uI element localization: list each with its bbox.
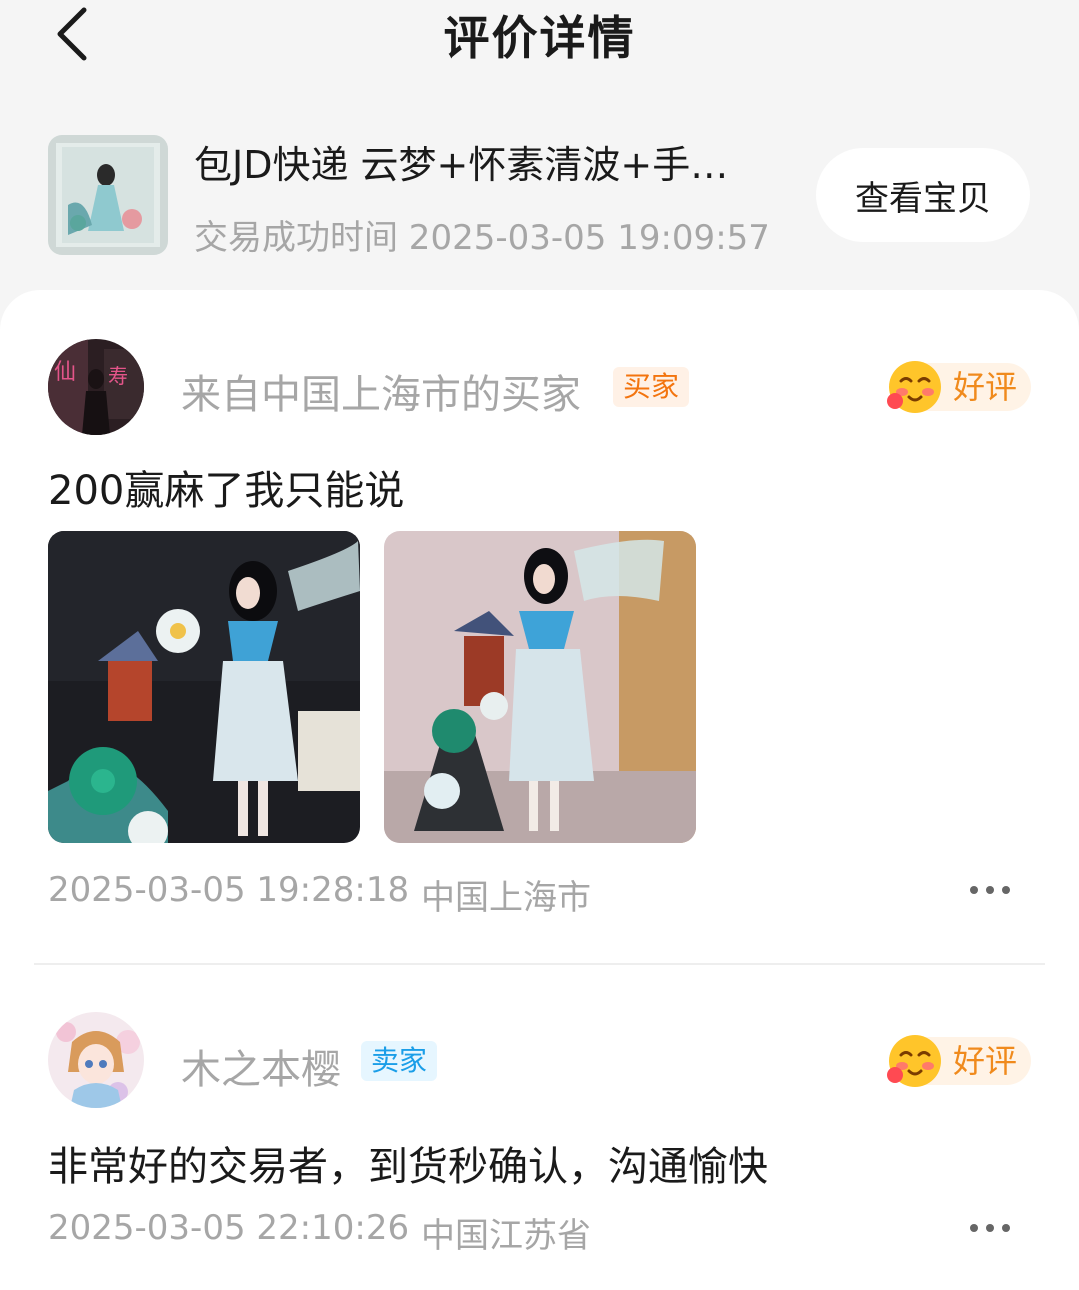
- review-time: 2025-03-05 22:10:26: [48, 1208, 410, 1248]
- transaction-time: 交易成功时间 2025-03-05 19:09:57: [194, 218, 770, 258]
- view-item-button[interactable]: 查看宝贝: [816, 148, 1030, 242]
- review-location: 中国上海市: [421, 878, 591, 918]
- rating-badge: 好评: [887, 361, 1031, 413]
- rating-badge: 好评: [887, 1035, 1031, 1087]
- page-title: 评价详情: [443, 11, 636, 65]
- review-comment: 200赢麻了我只能说: [48, 468, 405, 514]
- buyer-badge: 买家: [613, 367, 690, 407]
- avatar[interactable]: [48, 1012, 144, 1108]
- review-location: 中国江苏省: [421, 1216, 591, 1256]
- review-photo[interactable]: [48, 531, 360, 843]
- more-dots-icon: [970, 1224, 1010, 1232]
- review-time: 2025-03-05 19:28:18: [48, 870, 410, 910]
- svg-text:仙: 仙: [54, 360, 76, 385]
- smile-emoji-icon: [887, 1035, 941, 1087]
- rating-label: 好评: [953, 1042, 1018, 1080]
- more-options-button[interactable]: [968, 880, 1012, 900]
- review-comment: 非常好的交易者，到货秒确认，沟通愉快: [48, 1144, 768, 1190]
- reviewer-name[interactable]: 木之本樱: [181, 1037, 341, 1095]
- product-title[interactable]: 包JD快递 云梦+怀素清波+手…: [194, 134, 784, 189]
- rating-label: 好评: [953, 368, 1018, 406]
- review-photo[interactable]: [384, 531, 696, 843]
- svg-text:寿: 寿: [108, 364, 128, 388]
- reviewer-name[interactable]: 来自中国上海市的买家: [181, 362, 581, 420]
- more-options-button[interactable]: [968, 1218, 1012, 1238]
- smile-emoji-icon: [887, 361, 941, 413]
- avatar[interactable]: 仙 寿: [48, 339, 144, 435]
- product-thumbnail[interactable]: [48, 135, 168, 255]
- more-dots-icon: [970, 886, 1010, 894]
- divider: [34, 963, 1045, 965]
- seller-badge: 卖家: [361, 1041, 438, 1081]
